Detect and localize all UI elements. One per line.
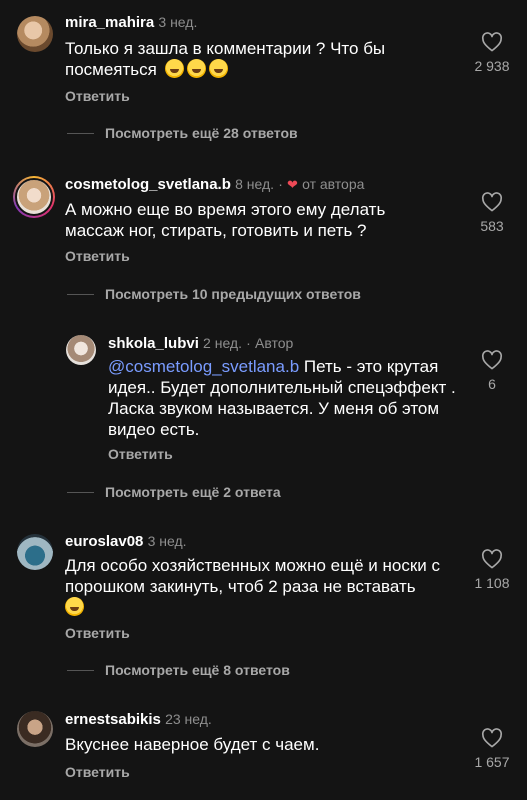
avatar[interactable]	[17, 534, 53, 570]
timestamp: 3 нед.	[147, 533, 187, 549]
reply-button[interactable]: Ответить	[65, 88, 130, 104]
reply-button[interactable]: Ответить	[108, 446, 173, 462]
timestamp: 3 нед.	[158, 14, 198, 30]
heart-outline-icon[interactable]	[481, 32, 503, 52]
like-count: 6	[488, 376, 496, 392]
like-button[interactable]: 583	[467, 192, 517, 234]
mention-link[interactable]: @cosmetolog_svetlana.b	[108, 357, 299, 376]
view-previous-replies[interactable]: Посмотреть 10 предыдущих ответов	[105, 286, 361, 302]
avatar[interactable]	[17, 711, 53, 747]
timestamp: 2 нед.	[203, 335, 242, 351]
comment-header: ernestsabikis 23 нед.	[65, 710, 212, 729]
comment-text: Только я зашла в комментарии ? Что бы по…	[65, 38, 435, 80]
view-more-replies[interactable]: Посмотреть ещё 8 ответов	[105, 662, 290, 678]
author-badge: Автор	[255, 335, 294, 351]
comment-body: Для особо хозяйственных можно ещё и носк…	[65, 556, 440, 596]
username[interactable]: cosmetolog_svetlana.b	[65, 176, 231, 193]
heart-outline-icon[interactable]	[481, 192, 503, 212]
reply-button[interactable]: Ответить	[65, 248, 130, 264]
username[interactable]: euroslav08	[65, 533, 143, 550]
like-count: 1 108	[474, 575, 510, 591]
separator: ·	[278, 176, 283, 192]
sweat-smile-emoji-icon	[65, 597, 84, 616]
comment-header: euroslav08 3 нед.	[65, 532, 187, 551]
comment-text: Для особо хозяйственных можно ещё и носк…	[65, 555, 465, 618]
heart-outline-icon[interactable]	[481, 350, 503, 370]
view-more-replies[interactable]: Посмотреть ещё 28 ответов	[105, 125, 298, 141]
comment-text: А можно еще во время этого ему делать ма…	[65, 200, 386, 240]
like-count: 2 938	[474, 58, 510, 74]
reply-button[interactable]: Ответить	[65, 764, 130, 780]
view-more-replies[interactable]: Посмотреть ещё 2 ответа	[105, 484, 281, 500]
heart-outline-icon[interactable]	[481, 728, 503, 748]
heart-filled-icon: ❤	[287, 177, 298, 192]
timestamp: 8 нед.	[235, 176, 275, 192]
divider	[67, 294, 94, 295]
heart-outline-icon[interactable]	[481, 549, 503, 569]
separator: ·	[246, 335, 251, 351]
avatar[interactable]	[66, 335, 96, 365]
laughing-emoji-icon	[208, 59, 228, 78]
username[interactable]: ernestsabikis	[65, 711, 161, 728]
like-button[interactable]: 6	[467, 350, 517, 392]
avatar[interactable]	[17, 16, 53, 52]
divider	[67, 133, 94, 134]
reply-text: @cosmetolog_svetlana.b Петь - это крутая…	[108, 356, 468, 440]
like-button[interactable]: 2 938	[467, 32, 517, 74]
timestamp: 23 нед.	[165, 711, 212, 727]
username[interactable]: shkola_lubvi	[108, 335, 199, 352]
author-like-label: от автора	[302, 176, 365, 192]
comment-header: mira_mahira 3 нед.	[65, 13, 197, 32]
reply-button[interactable]: Ответить	[65, 625, 130, 641]
like-button[interactable]: 1 108	[467, 549, 517, 591]
username[interactable]: mira_mahira	[65, 14, 154, 31]
reply-header: shkola_lubvi 2 нед. · Автор	[108, 334, 293, 353]
comment-header: cosmetolog_svetlana.b 8 нед. · ❤ от авто…	[65, 175, 364, 194]
like-count: 583	[480, 218, 504, 234]
divider	[67, 492, 94, 493]
divider	[67, 670, 94, 671]
comment-text: Вкуснее наверное будет с чаем.	[65, 735, 320, 754]
like-count: 1 657	[474, 754, 510, 770]
like-button[interactable]: 1 657	[467, 728, 517, 770]
laughing-emoji-icon	[186, 59, 206, 78]
laughing-emoji-icon	[164, 59, 184, 78]
avatar[interactable]	[13, 176, 55, 218]
